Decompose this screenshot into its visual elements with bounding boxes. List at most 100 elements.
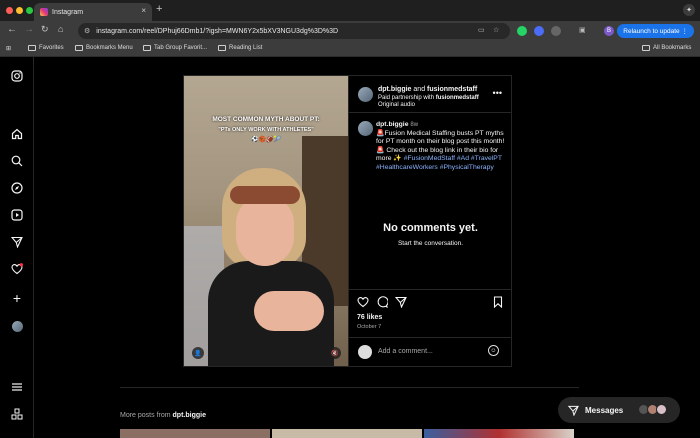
hashtag[interactable]: #TravelPT	[471, 155, 502, 162]
relaunch-label: Relaunch to update	[623, 27, 680, 35]
reading-list-icon	[218, 45, 226, 51]
author-username[interactable]: dpt.biggie	[378, 86, 411, 93]
video-person-hand	[254, 291, 324, 331]
messages-pill[interactable]: Messages	[558, 397, 680, 423]
home-icon[interactable]: ⌂	[58, 24, 63, 34]
reload-icon[interactable]: ↻	[41, 24, 49, 35]
profile-avatar[interactable]: B	[604, 26, 614, 36]
caption: dpt.biggie 8w 🚨Fusion Medical Staffing b…	[376, 121, 506, 173]
home-nav-icon[interactable]	[10, 127, 24, 141]
actions-divider	[349, 289, 512, 290]
more-posts-divider	[120, 387, 579, 388]
folder-icon	[75, 45, 83, 51]
minimize-window-button[interactable]	[16, 7, 23, 14]
more-posts-prefix: More posts from	[120, 412, 171, 419]
more-options-icon[interactable]: •••	[493, 88, 502, 98]
reel-video[interactable]: MOST COMMON MYTH ABOUT PT: "PTs ONLY WOR…	[184, 76, 348, 366]
caption-username[interactable]: dpt.biggie	[376, 121, 408, 128]
more-post-thumbnail[interactable]	[120, 429, 270, 438]
explore-nav-icon[interactable]	[10, 181, 24, 195]
comment-divider	[349, 337, 512, 338]
direct-messages-nav-icon[interactable]	[10, 235, 24, 249]
comment-bubble-icon[interactable]	[376, 296, 389, 311]
notifications-heart-icon[interactable]	[10, 262, 24, 276]
original-audio-link[interactable]: Original audio	[378, 102, 415, 108]
address-bar[interactable]: ⚙ instagram.com/reel/DPhuj66Dmb1/?igsh=M…	[78, 23, 510, 39]
instagram-favicon-icon	[40, 8, 48, 16]
caption-age: 8w	[410, 122, 419, 128]
install-app-icon[interactable]: ▭	[478, 26, 485, 34]
folder-icon	[642, 45, 650, 51]
close-window-button[interactable]	[6, 7, 13, 14]
search-nav-icon[interactable]	[10, 154, 24, 168]
apps-grid-icon[interactable]: ⊞	[6, 45, 11, 52]
forward-icon[interactable]: →	[24, 24, 34, 35]
video-overlay-title: MOST COMMON MYTH ABOUT PT:	[212, 116, 320, 123]
post-side-panel: dpt.biggie and fusionmedstaff Paid partn…	[348, 76, 512, 366]
new-tab-button[interactable]: +	[156, 3, 162, 15]
hashtag[interactable]: #PhysicalTherapy	[440, 164, 494, 171]
bookmark-label: Tab Group Favorit...	[154, 45, 208, 51]
bookmark-favorites[interactable]: Favorites	[28, 45, 64, 51]
mute-audio-icon[interactable]: 🔇	[329, 347, 341, 359]
share-send-icon[interactable]	[394, 296, 407, 311]
browser-tab-instagram[interactable]: Instagram ×	[34, 3, 152, 21]
more-menu-icon[interactable]	[10, 380, 24, 394]
bookmark-star-icon[interactable]: ☆	[493, 26, 499, 34]
all-bookmarks-label: All Bookmarks	[653, 45, 692, 51]
add-comment-input[interactable]: Add a comment...	[378, 348, 433, 355]
caption-author-avatar[interactable]	[358, 121, 373, 136]
bookmark-reading-list[interactable]: Reading List	[218, 45, 262, 51]
hashtag[interactable]: #FusionMedStaff	[404, 155, 455, 162]
side-panel-icon[interactable]: ▣	[579, 26, 586, 34]
extension-icon[interactable]	[534, 26, 544, 36]
folder-icon	[28, 45, 36, 51]
site-info-icon[interactable]: ⚙	[84, 27, 90, 35]
tab-search-icon[interactable]: ✦	[683, 4, 695, 16]
more-posts-username[interactable]: dpt.biggie	[173, 412, 206, 419]
emoji-picker-icon[interactable]: ☺	[488, 345, 499, 356]
bookmark-bookmarks-menu[interactable]: Bookmarks Menu	[75, 45, 133, 51]
bookmarks-bar: ⊞ Favorites Bookmarks Menu Tab Group Fav…	[0, 41, 700, 57]
bookmark-label: Favorites	[39, 45, 64, 51]
post-header-names: dpt.biggie and fusionmedstaff	[378, 86, 477, 93]
likes-count[interactable]: 76 likes	[357, 314, 382, 321]
header-and: and	[413, 86, 426, 93]
save-bookmark-icon[interactable]	[492, 296, 504, 311]
video-overlay-emojis: ⚽🏀🏈🎾	[251, 137, 281, 143]
zoom-window-button[interactable]	[26, 7, 33, 14]
extensions-puzzle-icon[interactable]	[551, 26, 561, 36]
collaborator-username[interactable]: fusionmedstaff	[427, 86, 477, 93]
folder-icon	[143, 45, 151, 51]
more-posts-heading: More posts from dpt.biggie	[120, 412, 206, 419]
profile-nav-avatar[interactable]	[10, 319, 24, 333]
also-from-meta-icon[interactable]	[10, 407, 24, 421]
messages-label: Messages	[585, 405, 624, 415]
message-contact-avatar	[656, 404, 667, 415]
like-heart-icon[interactable]	[357, 296, 369, 311]
bookmark-tab-group[interactable]: Tab Group Favorit...	[143, 45, 207, 51]
no-comments-subtitle: Start the conversation.	[397, 240, 464, 247]
post-author-avatar[interactable]	[358, 87, 373, 102]
relaunch-to-update-button[interactable]: Relaunch to update ⋮	[617, 24, 694, 38]
more-post-thumbnail[interactable]	[272, 429, 422, 438]
reels-nav-icon[interactable]	[10, 208, 24, 222]
partnership-brand[interactable]: fusionmedstaff	[436, 95, 479, 101]
create-plus-icon[interactable]: +	[10, 290, 24, 306]
browser-tab-strip: Instagram × + ✦	[0, 0, 700, 21]
back-icon[interactable]: ←	[7, 24, 17, 35]
more-post-thumbnail[interactable]	[424, 429, 574, 438]
all-bookmarks[interactable]: All Bookmarks	[642, 45, 691, 51]
tagged-user-icon[interactable]: 👤	[192, 347, 204, 359]
video-person-headband	[230, 186, 300, 204]
bookmark-label: Bookmarks Menu	[86, 45, 133, 51]
hashtag[interactable]: #Ad	[457, 155, 469, 162]
hashtag[interactable]: #HealthcareWorkers	[376, 164, 438, 171]
browser-toolbar: ← → ↻ ⌂ ⚙ instagram.com/reel/DPhuj66Dmb1…	[0, 21, 700, 41]
paid-partnership-line: Paid partnership with fusionmedstaff	[378, 95, 479, 101]
tab-close-icon[interactable]: ×	[141, 6, 146, 15]
tab-title: Instagram	[52, 8, 84, 16]
partnership-prefix: Paid partnership with	[378, 95, 435, 101]
instagram-logo-icon[interactable]	[10, 69, 24, 83]
whatsapp-extension-icon[interactable]	[517, 26, 527, 36]
